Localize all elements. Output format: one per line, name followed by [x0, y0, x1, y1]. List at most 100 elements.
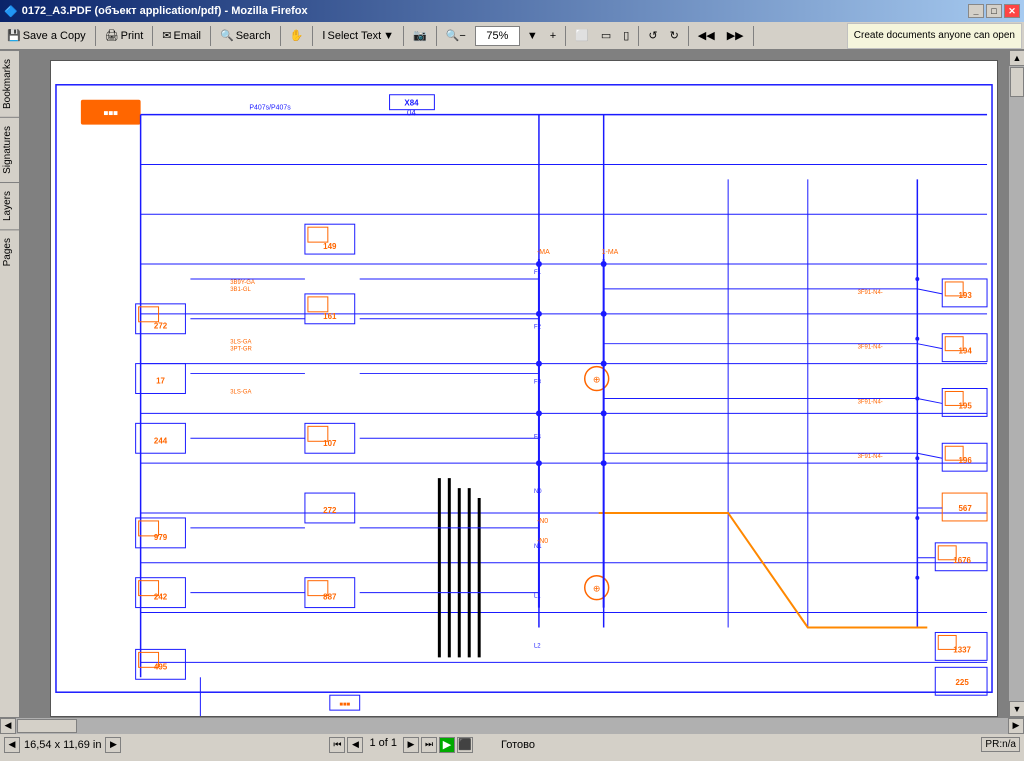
svg-text:495: 495	[154, 662, 168, 671]
scroll-left-status-button[interactable]: ◀	[4, 737, 20, 753]
svg-text:X84: X84	[404, 99, 419, 108]
svg-text:3F91-N4-: 3F91-N4-	[858, 290, 883, 296]
pages-tab[interactable]: Pages	[0, 229, 19, 274]
nav-buttons: ⏮ ◀ 1 of 1 ▶ ⏭ ▶ ⬛	[329, 737, 473, 753]
svg-text:3F91-N4-: 3F91-N4-	[858, 345, 883, 351]
print-icon: 🖨	[105, 29, 119, 42]
titlebar-left: 🔷 0172_A3.PDF (объект application/pdf) -…	[4, 5, 308, 18]
scroll-right-button[interactable]: ▶	[1008, 718, 1024, 734]
svg-text:L2: L2	[534, 643, 541, 649]
dimensions-text: 16,54 x 11,69 in	[24, 739, 101, 751]
svg-text:F3: F3	[534, 380, 542, 386]
hscroll-track[interactable]	[16, 718, 1008, 734]
layers-tab[interactable]: Layers	[0, 182, 19, 229]
separator	[403, 26, 404, 46]
last-page-button[interactable]: ⏭	[421, 737, 437, 753]
scroll-down-button[interactable]: ▼	[1009, 701, 1024, 717]
search-button[interactable]: 🔍 Search	[215, 25, 276, 47]
separator	[280, 26, 281, 46]
svg-text:225: 225	[956, 678, 970, 687]
email-icon: ✉	[162, 29, 171, 42]
scroll-thumb[interactable]	[1010, 67, 1024, 97]
svg-text:F4: F4	[534, 434, 542, 440]
scroll-track[interactable]	[1009, 66, 1024, 701]
svg-text:3LS-GA: 3LS-GA	[230, 389, 251, 395]
pdf-viewer[interactable]: ■■■ X84 04 P407s/P407s	[20, 50, 1008, 717]
close-button[interactable]: ✕	[1004, 4, 1020, 18]
svg-text:3F91-N4-: 3F91-N4-	[858, 399, 883, 405]
save-icon: 💾	[7, 29, 21, 42]
titlebar-controls[interactable]: _ □ ✕	[968, 4, 1020, 18]
fit-width-button[interactable]: ▭	[596, 25, 616, 47]
svg-text:3PT-GR: 3PT-GR	[230, 347, 252, 353]
separator	[565, 26, 566, 46]
separator	[152, 26, 153, 46]
camera-icon: 📷	[413, 29, 427, 42]
status-text: Готово	[501, 739, 535, 751]
svg-text:N1: N1	[534, 544, 542, 550]
next-page-button[interactable]: ▶	[403, 737, 419, 753]
titlebar: 🔷 0172_A3.PDF (объект application/pdf) -…	[0, 0, 1024, 22]
scroll-up-button[interactable]: ▲	[1009, 50, 1024, 66]
bookmarks-tab[interactable]: Bookmarks	[0, 50, 19, 117]
scroll-right-status-button[interactable]: ▶	[105, 737, 121, 753]
fit-page-button[interactable]: ⬜	[570, 25, 594, 47]
separator	[638, 26, 639, 46]
toolbar: 💾 Save a Copy 🖨 Print ✉ Email 🔍 Search ✋…	[0, 22, 1024, 50]
svg-text:272: 272	[154, 322, 168, 331]
stop-button[interactable]: ⬛	[457, 737, 473, 753]
svg-text:-N0: -N0	[537, 518, 548, 525]
maximize-button[interactable]: □	[986, 4, 1002, 18]
select-text-button[interactable]: Ⅰ Select Text ▼	[317, 25, 399, 47]
prnb-badge: PR:n/a	[981, 737, 1020, 752]
play-button[interactable]: ▶	[439, 737, 455, 753]
svg-text:1337: 1337	[953, 645, 971, 654]
zoom-out-icon: 🔍−	[446, 29, 466, 42]
hscroll-thumb[interactable]	[17, 719, 77, 733]
svg-text:F2: F2	[534, 325, 542, 331]
prev-page-button[interactable]: ◀	[347, 737, 363, 753]
vertical-scrollbar[interactable]: ▲ ▼	[1008, 50, 1024, 717]
email-button[interactable]: ✉ Email	[157, 25, 206, 47]
svg-text:1-MA: 1-MA	[602, 249, 619, 256]
signatures-tab[interactable]: Signatures	[0, 117, 19, 182]
svg-text:N0: N0	[534, 489, 542, 495]
zoom-out-button[interactable]: 🔍−	[441, 25, 471, 47]
svg-text:979: 979	[154, 533, 168, 542]
svg-text:-MA: -MA	[537, 249, 550, 256]
separator	[210, 26, 211, 46]
zoom-input[interactable]	[475, 26, 520, 46]
search-icon: 🔍	[220, 29, 234, 42]
print-button[interactable]: 🖨 Print	[100, 25, 149, 47]
svg-text:⊕: ⊕	[593, 584, 601, 594]
separator	[95, 26, 96, 46]
svg-text:3F91-N4-: 3F91-N4-	[858, 454, 883, 460]
svg-text:194: 194	[958, 347, 972, 356]
first-page-button[interactable]: ⏮	[329, 737, 345, 753]
hand-tool-button[interactable]: ✋	[285, 25, 309, 47]
scroll-left-button[interactable]: ◀	[0, 718, 16, 734]
main-area: Bookmarks Signatures Layers Pages ■■■ X8…	[0, 50, 1024, 717]
snapshot-button[interactable]: 📷	[408, 25, 432, 47]
svg-text:196: 196	[958, 456, 972, 465]
wiring-diagram: ■■■ X84 04 P407s/P407s	[51, 61, 997, 716]
fit-height-button[interactable]: ▯	[618, 25, 634, 47]
zoom-dropdown-button[interactable]: ▼	[522, 25, 543, 47]
rotate-left-button[interactable]: ↺	[643, 25, 662, 47]
minimize-button[interactable]: _	[968, 4, 984, 18]
svg-text:567: 567	[958, 504, 972, 513]
horizontal-scrollbar[interactable]: ◀ ▶	[0, 717, 1024, 733]
rotate-right-button[interactable]: ↻	[665, 25, 684, 47]
window-title: 0172_A3.PDF (объект application/pdf) - M…	[22, 5, 308, 17]
zoom-in-button[interactable]: +	[545, 25, 561, 47]
nav-forward-button[interactable]: ▶▶	[722, 25, 749, 47]
svg-text:161: 161	[323, 312, 337, 321]
page-info: 1 of 1	[369, 737, 397, 753]
svg-text:⊕: ⊕	[593, 375, 601, 385]
pdf-page: ■■■ X84 04 P407s/P407s	[50, 60, 998, 717]
save-copy-button[interactable]: 💾 Save a Copy	[2, 25, 91, 47]
svg-text:04: 04	[407, 109, 416, 118]
svg-text:193: 193	[958, 291, 972, 300]
separator	[312, 26, 313, 46]
nav-back-button[interactable]: ◀◀	[693, 25, 720, 47]
